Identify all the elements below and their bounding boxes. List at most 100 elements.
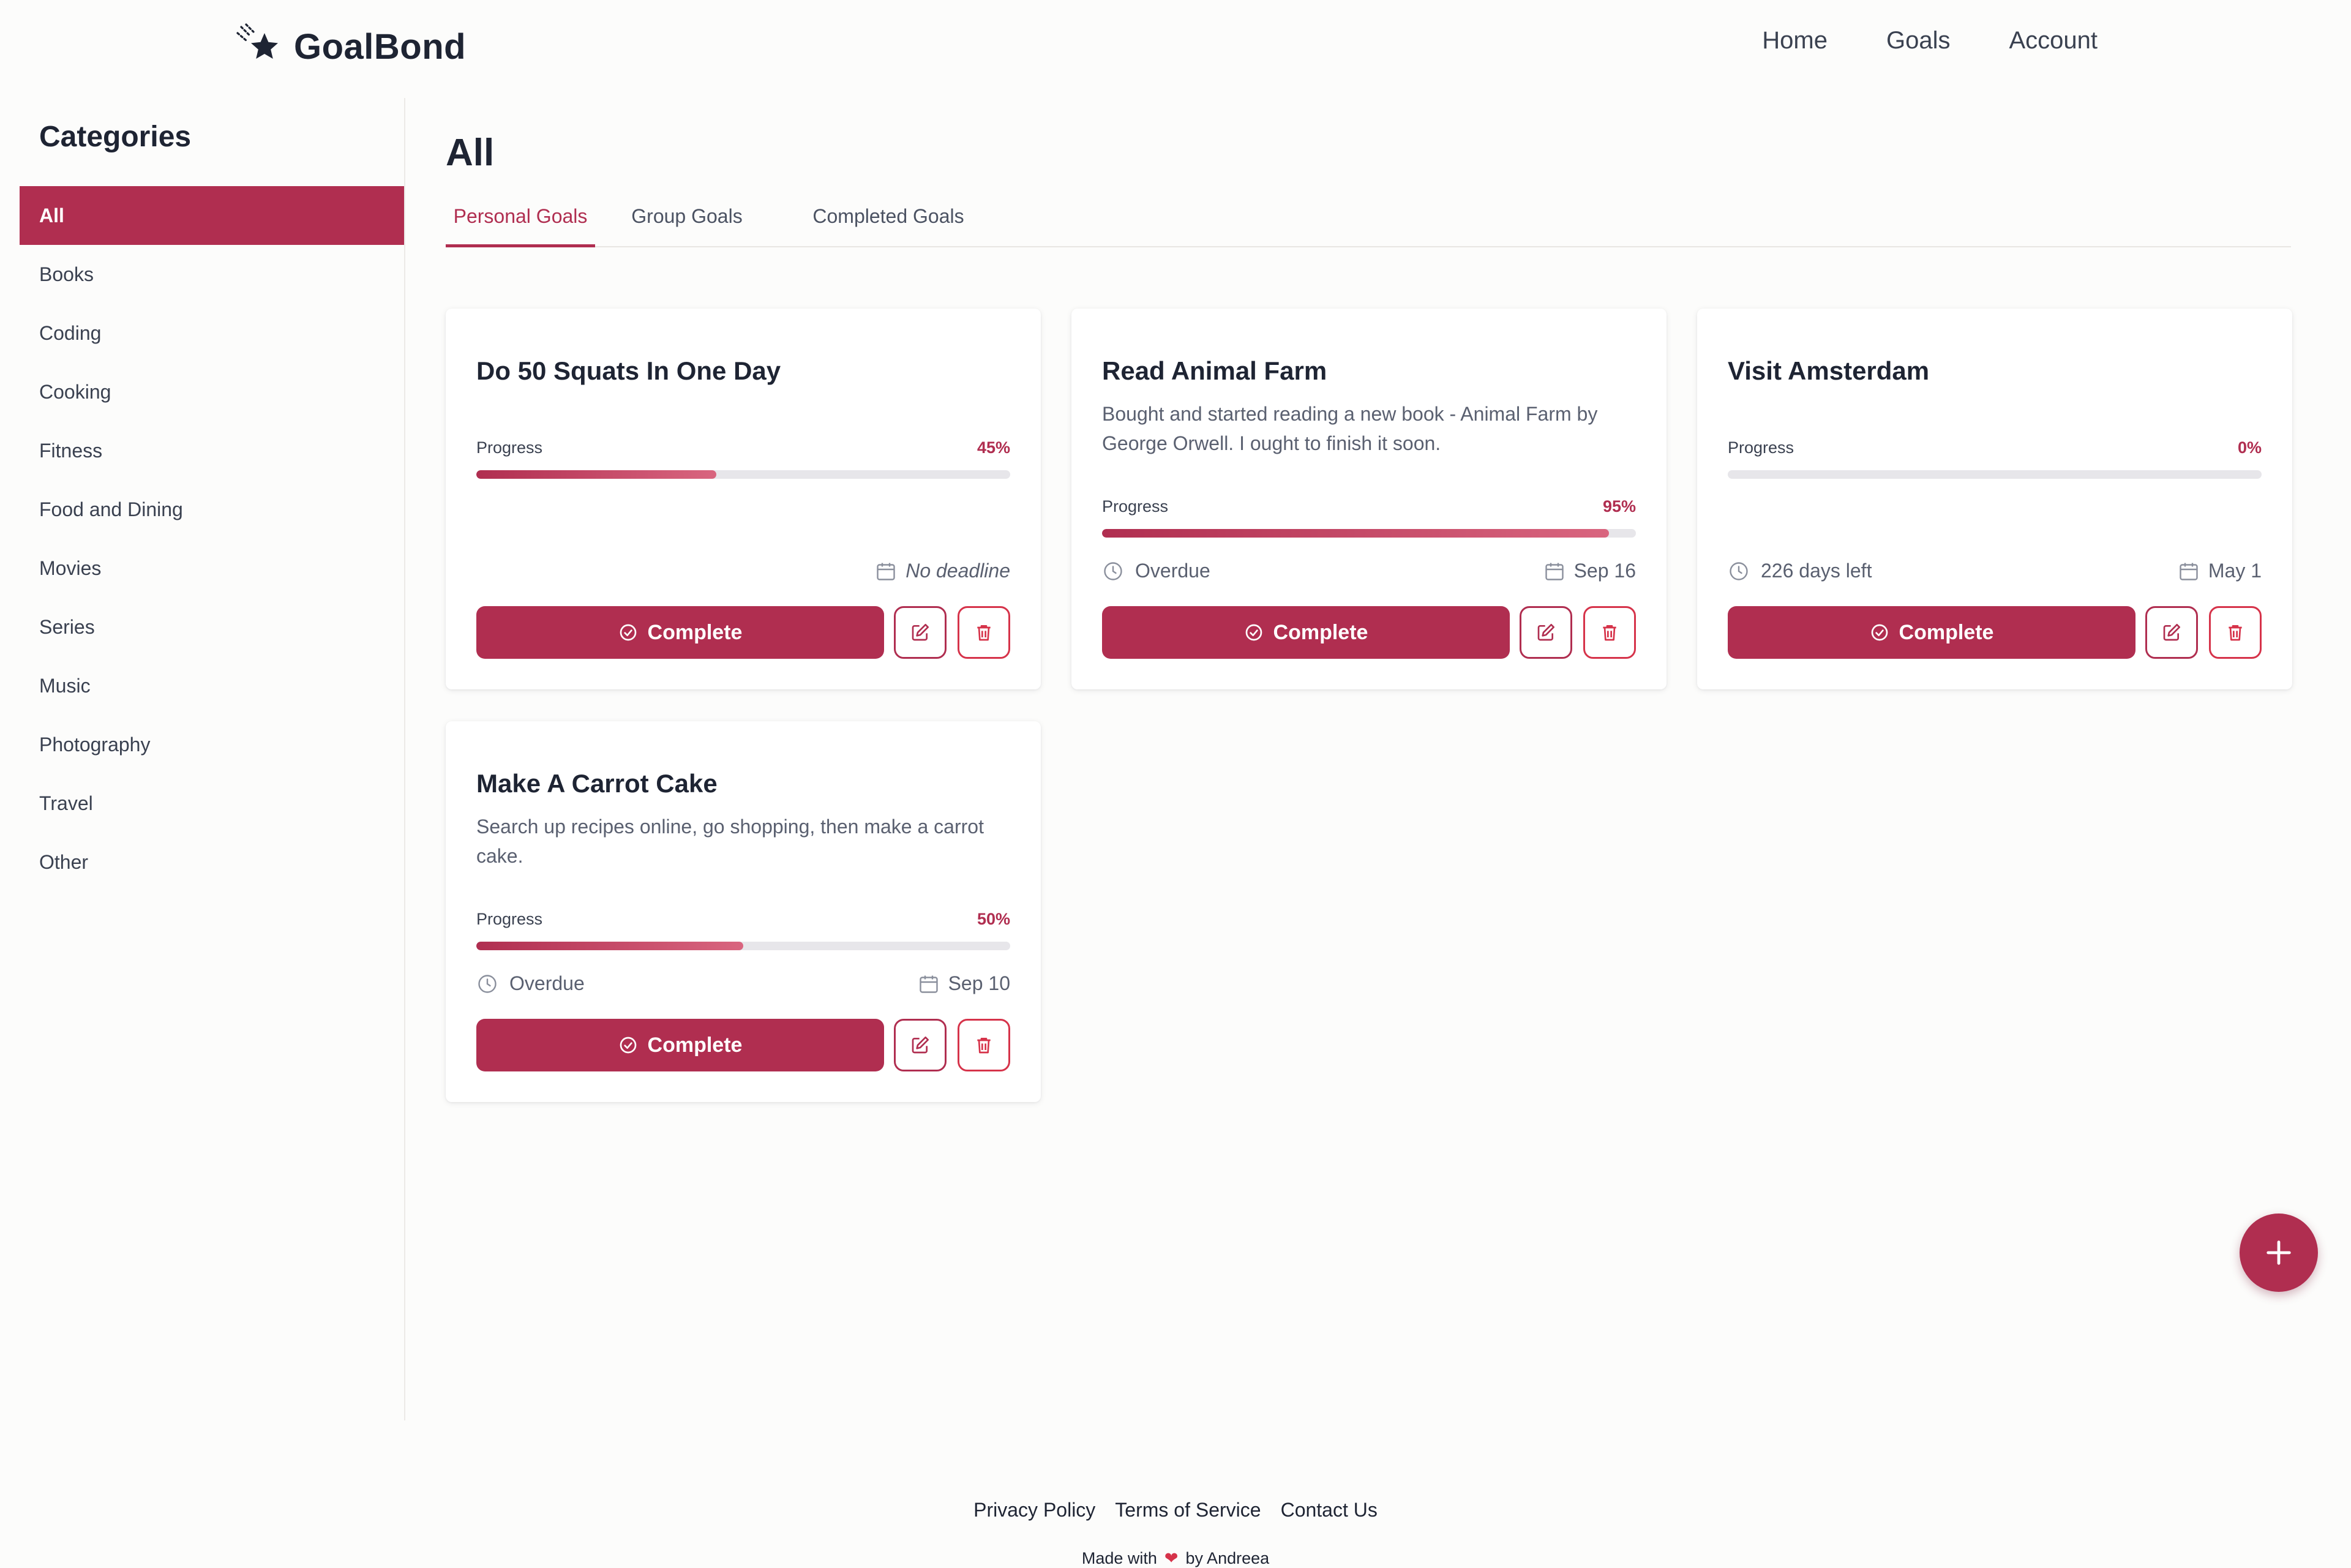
goal-title: Make A Carrot Cake bbox=[476, 769, 718, 798]
top-header: GoalBond Home Goals Account bbox=[0, 0, 2351, 92]
goal-card: Do 50 Squats In One Day Progress 45% No … bbox=[446, 309, 1041, 689]
categories-sidebar: Categories All Books Coding Cooking Fitn… bbox=[0, 98, 405, 1420]
footer-credit: Made with ❤ by Andreea bbox=[0, 1549, 2351, 1568]
made-with-text: Made with bbox=[1081, 1549, 1157, 1567]
deadline-text: May 1 bbox=[2208, 560, 2262, 582]
app-name: GoalBond bbox=[294, 26, 467, 67]
calendar-icon bbox=[1545, 563, 1564, 580]
progress-header: Progress 95% bbox=[1102, 497, 1636, 522]
deadline-text: Sep 16 bbox=[1573, 560, 1636, 582]
heart-icon: ❤ bbox=[1164, 1549, 1179, 1567]
trash-icon bbox=[977, 1038, 991, 1054]
goal-status: Overdue bbox=[1102, 560, 1210, 582]
edit-button[interactable] bbox=[1520, 606, 1572, 659]
tab-completed-goals[interactable]: Completed Goals bbox=[803, 191, 973, 247]
calendar-icon bbox=[2180, 563, 2198, 580]
main-nav: Home Goals Account bbox=[1762, 24, 2098, 56]
sidebar-item-cooking[interactable]: Cooking bbox=[20, 362, 404, 421]
nav-account[interactable]: Account bbox=[2009, 24, 2098, 56]
goal-card: Read Animal Farm Bought and started read… bbox=[1071, 309, 1667, 689]
delete-button[interactable] bbox=[1583, 606, 1636, 659]
calendar-icon bbox=[877, 563, 895, 580]
page-title: All bbox=[446, 132, 495, 174]
deadline: May 1 bbox=[2178, 560, 2262, 582]
progress-label: Progress bbox=[476, 910, 543, 928]
sidebar-item-all[interactable]: All bbox=[20, 186, 404, 245]
footer-privacy-policy[interactable]: Privacy Policy bbox=[973, 1499, 1095, 1521]
complete-label: Complete bbox=[1273, 620, 1368, 644]
nav-goals[interactable]: Goals bbox=[1886, 24, 1951, 56]
goal-description: Search up recipes online, go shopping, t… bbox=[476, 816, 984, 867]
deadline: No deadline bbox=[875, 560, 1010, 582]
shooting-star-icon bbox=[236, 23, 278, 59]
complete-button[interactable]: Complete bbox=[1102, 606, 1510, 659]
goal-status: 226 days left bbox=[1728, 560, 1872, 582]
deadline: Sep 16 bbox=[1543, 560, 1636, 582]
app-logo[interactable]: GoalBond bbox=[235, 22, 466, 71]
plus-icon bbox=[2267, 1240, 2291, 1265]
check-circle-icon bbox=[620, 624, 636, 641]
goal-title: Read Animal Farm bbox=[1102, 356, 1327, 385]
deadline-text: No deadline bbox=[906, 560, 1010, 582]
clock-icon bbox=[478, 974, 497, 993]
progress-percent: 95% bbox=[1602, 497, 1636, 516]
status-text: Overdue bbox=[1135, 560, 1210, 582]
status-text: 226 days left bbox=[1761, 560, 1872, 582]
edit-button[interactable] bbox=[894, 606, 947, 659]
sidebar-item-books[interactable]: Books bbox=[20, 245, 404, 304]
sidebar-item-series[interactable]: Series bbox=[20, 598, 404, 656]
sidebar-item-music[interactable]: Music bbox=[20, 656, 404, 715]
sidebar-item-coding[interactable]: Coding bbox=[20, 304, 404, 362]
goal-title: Visit Amsterdam bbox=[1728, 356, 1930, 385]
author-text: by Andreea bbox=[1185, 1549, 1270, 1567]
edit-button[interactable] bbox=[2145, 606, 2198, 659]
progress-bar bbox=[476, 942, 1010, 950]
complete-button[interactable]: Complete bbox=[476, 606, 884, 659]
status-text: Overdue bbox=[509, 972, 585, 994]
progress-fill bbox=[476, 470, 717, 479]
progress-label: Progress bbox=[1728, 438, 1794, 457]
edit-icon bbox=[2163, 624, 2180, 641]
progress-bar bbox=[1728, 470, 2262, 479]
footer-terms-of-service[interactable]: Terms of Service bbox=[1115, 1499, 1261, 1521]
progress-fill bbox=[1102, 529, 1610, 538]
complete-button[interactable]: Complete bbox=[476, 1019, 884, 1071]
complete-label: Complete bbox=[647, 1033, 743, 1057]
trash-icon bbox=[977, 625, 991, 641]
trash-icon bbox=[1603, 625, 1616, 641]
tab-personal-goals[interactable]: Personal Goals bbox=[446, 191, 595, 247]
check-circle-icon bbox=[620, 1037, 636, 1054]
check-circle-icon bbox=[1245, 624, 1262, 641]
progress-fill bbox=[476, 942, 743, 950]
delete-button[interactable] bbox=[958, 1019, 1010, 1071]
progress-percent: 50% bbox=[977, 910, 1010, 928]
footer-contact-us[interactable]: Contact Us bbox=[1281, 1499, 1378, 1521]
complete-label: Complete bbox=[1899, 620, 1994, 644]
sidebar-item-fitness[interactable]: Fitness bbox=[20, 421, 404, 480]
complete-button[interactable]: Complete bbox=[1728, 606, 2135, 659]
goal-description: Bought and started reading a new book - … bbox=[1102, 403, 1598, 454]
progress-header: Progress 50% bbox=[476, 910, 1010, 934]
calendar-icon bbox=[919, 975, 938, 993]
sidebar-item-photography[interactable]: Photography bbox=[20, 715, 404, 774]
trash-icon bbox=[2229, 625, 2242, 641]
nav-home[interactable]: Home bbox=[1762, 24, 1828, 56]
delete-button[interactable] bbox=[958, 606, 1010, 659]
progress-label: Progress bbox=[1102, 497, 1169, 516]
check-circle-icon bbox=[1871, 624, 1888, 641]
sidebar-item-other[interactable]: Other bbox=[20, 833, 404, 891]
complete-label: Complete bbox=[647, 620, 743, 644]
sidebar-title: Categories bbox=[39, 121, 192, 153]
edit-icon bbox=[912, 624, 929, 641]
add-goal-button[interactable] bbox=[2240, 1214, 2318, 1292]
progress-bar bbox=[476, 470, 1010, 479]
edit-button[interactable] bbox=[894, 1019, 947, 1071]
sidebar-item-travel[interactable]: Travel bbox=[20, 774, 404, 833]
progress-percent: 0% bbox=[2237, 438, 2262, 457]
clock-icon bbox=[1104, 561, 1122, 580]
sidebar-item-movies[interactable]: Movies bbox=[20, 539, 404, 598]
tab-group-goals[interactable]: Group Goals bbox=[626, 191, 748, 247]
edit-icon bbox=[912, 1037, 929, 1054]
delete-button[interactable] bbox=[2209, 606, 2262, 659]
sidebar-item-food-and-dining[interactable]: Food and Dining bbox=[20, 480, 404, 539]
